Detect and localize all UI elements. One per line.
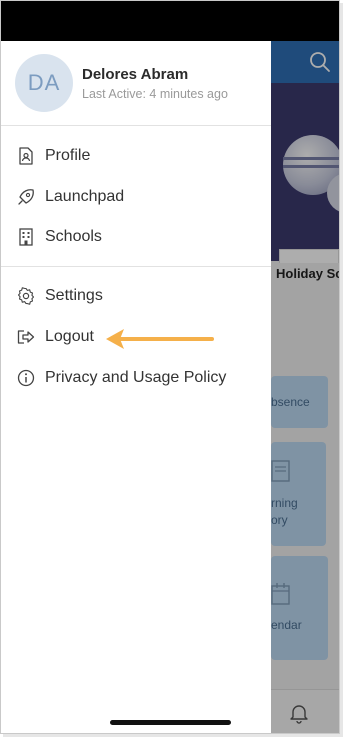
menu-item-label: Profile: [45, 147, 91, 164]
menu-divider: [1, 266, 271, 267]
profile-document-icon: [17, 147, 35, 165]
info-icon: [17, 369, 35, 387]
status-bar: [1, 1, 339, 41]
menu-item-schools[interactable]: Schools: [1, 217, 271, 257]
menu-item-settings[interactable]: Settings: [1, 276, 271, 316]
profile-header[interactable]: DA Delores Abram Last Active: 4 minutes …: [1, 41, 271, 126]
menu-item-label: Privacy and Usage Policy: [45, 369, 227, 386]
menu-item-label: Logout: [45, 328, 94, 345]
menu-item-label: Schools: [45, 228, 102, 245]
home-indicator: [110, 720, 231, 725]
menu-item-privacy-policy[interactable]: Privacy and Usage Policy: [1, 358, 271, 398]
building-icon: [17, 228, 35, 246]
menu-item-label: Settings: [45, 287, 103, 304]
rocket-icon: [17, 188, 35, 206]
logout-icon: [17, 328, 35, 346]
menu-item-profile[interactable]: Profile: [1, 136, 271, 176]
last-active-status: Last Active: 4 minutes ago: [82, 87, 228, 101]
navigation-drawer: DA Delores Abram Last Active: 4 minutes …: [1, 41, 271, 733]
avatar: DA: [15, 54, 73, 112]
phone-frame: Holiday Sc bsence rning ory endar DA Del…: [0, 0, 340, 734]
user-name: Delores Abram: [82, 66, 189, 83]
menu-item-launchpad[interactable]: Launchpad: [1, 177, 271, 217]
annotation-arrow: [106, 329, 214, 349]
gear-icon: [17, 287, 35, 305]
menu-item-label: Launchpad: [45, 188, 125, 205]
